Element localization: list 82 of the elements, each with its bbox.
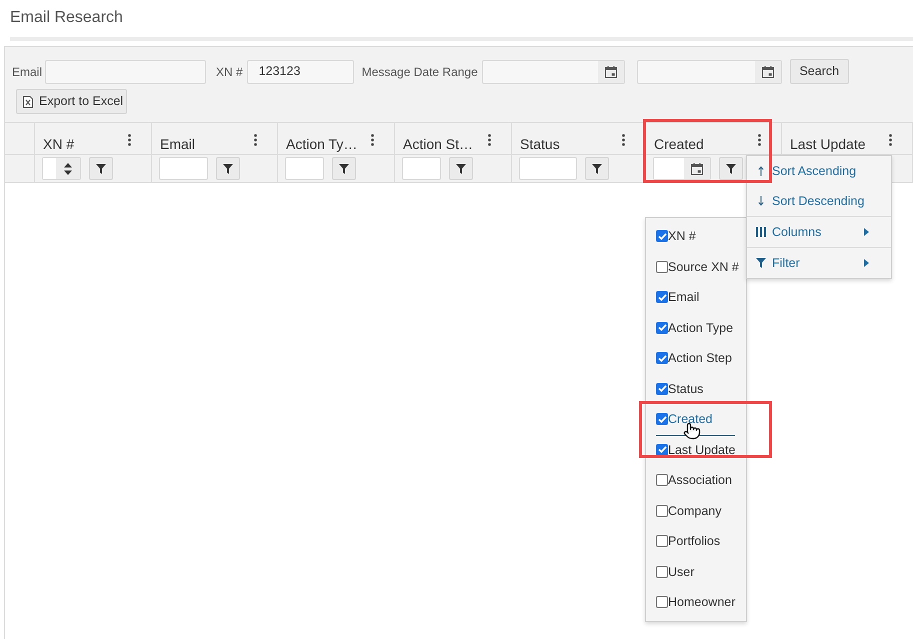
checkbox[interactable] xyxy=(656,535,668,548)
columns-icon xyxy=(756,227,766,237)
text-filter-field[interactable] xyxy=(159,157,208,180)
menu-item[interactable]: Sort Ascending xyxy=(747,156,891,186)
kebab-menu-icon[interactable] xyxy=(254,134,257,146)
column-header[interactable]: Created xyxy=(654,135,704,153)
calendar-icon xyxy=(762,66,774,78)
kebab-menu-icon[interactable] xyxy=(371,134,374,146)
checkbox[interactable] xyxy=(656,413,668,426)
column-toggle[interactable]: Source XN # xyxy=(656,258,739,275)
filter-button[interactable] xyxy=(719,157,743,180)
checkbox[interactable] xyxy=(656,260,668,273)
filter-icon xyxy=(339,164,349,174)
date-filter-field[interactable] xyxy=(653,157,711,180)
filter-button[interactable] xyxy=(216,157,240,180)
text-filter-field[interactable] xyxy=(519,157,577,180)
checkbox[interactable] xyxy=(656,322,668,334)
kebab-menu-icon[interactable] xyxy=(622,134,625,146)
column-toggle[interactable]: Action Step xyxy=(656,350,732,366)
column-header[interactable]: Action Ty… xyxy=(286,135,358,153)
menu-item[interactable]: Sort Descending xyxy=(747,186,891,216)
filter-icon xyxy=(223,164,233,174)
column-toggle[interactable]: Action Type xyxy=(656,320,734,336)
spinner-arrows-icon[interactable] xyxy=(64,162,72,174)
field-label: XN # xyxy=(216,64,243,80)
arrow-up-icon xyxy=(758,166,764,176)
number-filter-field[interactable] xyxy=(42,157,81,180)
checkbox[interactable] xyxy=(656,504,668,517)
kebab-menu-icon[interactable] xyxy=(488,134,491,146)
field-label: Message Date Range xyxy=(362,64,478,80)
export-button[interactable]: Export to Excel xyxy=(16,89,127,114)
checkbox[interactable] xyxy=(656,444,668,456)
filter-icon xyxy=(726,164,736,174)
calendar-icon xyxy=(691,162,703,174)
kebab-menu-icon[interactable] xyxy=(128,134,131,146)
checkbox[interactable] xyxy=(656,382,668,395)
column-header[interactable]: XN # xyxy=(43,135,74,153)
checkbox[interactable] xyxy=(656,352,668,364)
checkbox[interactable] xyxy=(656,566,668,578)
date-field[interactable] xyxy=(482,60,625,84)
column-toggle[interactable]: Association xyxy=(656,472,732,488)
menu-item[interactable]: Filter xyxy=(747,248,891,278)
checkbox[interactable] xyxy=(656,230,668,242)
column-header[interactable]: Status xyxy=(520,135,560,153)
column-toggle[interactable]: XN # xyxy=(656,228,696,244)
filter-icon xyxy=(96,164,106,174)
filter-icon xyxy=(756,258,766,268)
column-header[interactable]: Email xyxy=(160,135,196,153)
kebab-menu-icon[interactable] xyxy=(889,134,892,146)
checkbox[interactable] xyxy=(656,474,668,486)
text-filter-field[interactable] xyxy=(285,157,324,180)
column-toggle[interactable]: Status xyxy=(656,380,704,397)
column-toggle[interactable]: Company xyxy=(656,502,722,519)
column-toggle[interactable]: Last Update xyxy=(656,442,736,458)
column-toggle[interactable]: Email xyxy=(656,289,700,306)
column-header[interactable]: Last Update xyxy=(790,135,866,153)
date-field[interactable] xyxy=(636,60,782,84)
search-button[interactable]: Search xyxy=(790,59,849,84)
arrow-down-icon xyxy=(758,196,764,206)
column-toggle[interactable]: Homeowner xyxy=(656,594,736,610)
text-field[interactable]: 123123 xyxy=(246,60,354,84)
page-title: Email Research xyxy=(10,8,123,28)
filter-icon xyxy=(456,164,466,174)
text-field[interactable] xyxy=(45,60,206,84)
column-toggle[interactable]: User xyxy=(656,564,694,580)
filter-icon xyxy=(592,164,602,174)
checkbox[interactable] xyxy=(656,596,668,608)
filter-button[interactable] xyxy=(585,157,609,180)
text-filter-field[interactable] xyxy=(402,157,441,180)
menu-item[interactable]: Columns xyxy=(747,217,891,247)
kebab-menu-icon[interactable] xyxy=(758,134,761,146)
spreadsheet-file-icon xyxy=(23,96,33,108)
filter-button[interactable] xyxy=(449,157,473,180)
filter-button[interactable] xyxy=(89,157,113,180)
caret-right-icon xyxy=(864,228,869,236)
column-header[interactable]: Action St… xyxy=(403,135,474,153)
checkbox[interactable] xyxy=(656,291,668,304)
calendar-icon xyxy=(604,66,617,78)
filter-button[interactable] xyxy=(332,157,356,180)
field-label: Email xyxy=(12,64,42,80)
caret-right-icon xyxy=(864,259,869,267)
column-toggle[interactable]: Portfolios xyxy=(656,533,720,550)
